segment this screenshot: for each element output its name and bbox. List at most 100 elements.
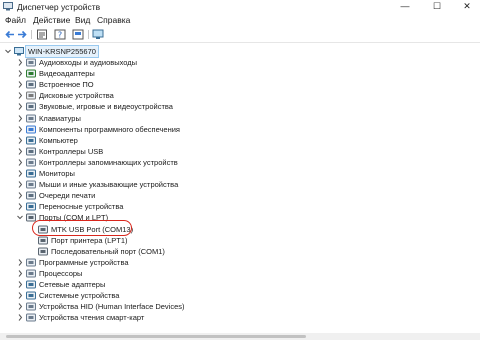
close-button[interactable]: ✕ bbox=[452, 0, 480, 14]
usb-icon bbox=[26, 147, 36, 156]
portable-device-icon bbox=[26, 202, 36, 211]
chevron-right-icon[interactable] bbox=[16, 101, 24, 112]
smartcard-icon bbox=[26, 313, 36, 322]
toolbar-separator bbox=[31, 30, 32, 39]
tree-category[interactable]: Контроллеры USB bbox=[0, 146, 260, 157]
tree-category[interactable]: Звуковые, игровые и видеоустройства bbox=[0, 101, 260, 112]
horizontal-scrollbar[interactable] bbox=[0, 333, 480, 340]
tree-category[interactable]: Процессоры bbox=[0, 268, 260, 279]
tree-category[interactable]: Контроллеры запоминающих устройств bbox=[0, 157, 260, 168]
tree-category[interactable]: Встроенное ПО bbox=[0, 79, 260, 90]
tree-category-label: Контроллеры USB bbox=[39, 146, 104, 156]
tree-category[interactable]: Мониторы bbox=[0, 168, 260, 179]
chevron-right-icon[interactable] bbox=[16, 135, 24, 146]
storage-controller-icon bbox=[26, 158, 36, 167]
tree-category[interactable]: Мыши и иные указывающие устройства bbox=[0, 179, 260, 190]
speaker-icon bbox=[26, 58, 36, 67]
window-title: Диспетчер устройств bbox=[17, 2, 101, 12]
chevron-right-icon[interactable] bbox=[16, 257, 24, 268]
chevron-right-icon[interactable] bbox=[16, 312, 24, 323]
mouse-icon bbox=[26, 180, 36, 189]
help-icon[interactable]: ? bbox=[54, 29, 66, 40]
tree-device[interactable]: Последовательный порт (COM1) bbox=[0, 246, 260, 257]
port-icon bbox=[38, 247, 48, 256]
tree-category[interactable]: Дисковые устройства bbox=[0, 90, 260, 101]
chevron-right-icon[interactable] bbox=[16, 290, 24, 301]
tree-category[interactable]: Видеоадаптеры bbox=[0, 68, 260, 79]
tree-category[interactable]: Компьютер bbox=[0, 135, 260, 146]
tree-category-label: Устройства HID (Human Interface Devices) bbox=[39, 302, 185, 312]
firmware-icon bbox=[26, 80, 36, 89]
tree-category-label: Аудиовходы и аудиовыходы bbox=[39, 58, 138, 67]
chevron-right-icon[interactable] bbox=[16, 157, 24, 168]
tree-category-label: Устройства чтения смарт-карт bbox=[39, 313, 145, 323]
tree-category-label: Процессоры bbox=[39, 268, 83, 278]
back-icon[interactable] bbox=[4, 29, 16, 40]
network-icon bbox=[26, 280, 36, 289]
title-bar: Диспетчер устройств — ☐ ✕ bbox=[0, 0, 480, 14]
tree-category[interactable]: Клавиатуры bbox=[0, 113, 260, 124]
properties-icon[interactable] bbox=[36, 29, 48, 40]
menu-help[interactable]: Справка bbox=[97, 15, 130, 26]
menu-view[interactable]: Вид bbox=[75, 15, 90, 26]
tree-root[interactable]: WIN-KRSNP255670 bbox=[0, 45, 200, 58]
tree-root-label: WIN-KRSNP255670 bbox=[25, 45, 99, 58]
chevron-right-icon[interactable] bbox=[16, 190, 24, 201]
display-adapter-icon bbox=[26, 69, 36, 78]
tree-category[interactable]: Переносные устройства bbox=[0, 201, 260, 212]
tree-category[interactable]: Сетевые адаптеры bbox=[0, 279, 260, 290]
scrollbar-thumb[interactable] bbox=[6, 335, 306, 338]
keyboard-icon bbox=[26, 114, 36, 122]
chevron-right-icon[interactable] bbox=[16, 146, 24, 157]
sound-icon bbox=[26, 102, 36, 111]
tree-device[interactable]: Порт принтера (LPT1) bbox=[0, 235, 260, 246]
chevron-right-icon[interactable] bbox=[16, 57, 24, 68]
tree-category-label: Сетевые адаптеры bbox=[39, 280, 106, 289]
tree-category-label: Встроенное ПО bbox=[39, 80, 94, 90]
tree-category-label: Мыши и иные указывающие устройства bbox=[39, 180, 179, 190]
tree-category[interactable]: Системные устройства bbox=[0, 290, 260, 301]
printer-icon bbox=[26, 191, 36, 200]
tree-category-label: Контроллеры запоминающих устройств bbox=[39, 157, 178, 167]
menu-file[interactable]: Файл bbox=[5, 15, 26, 26]
svg-text:?: ? bbox=[58, 31, 62, 40]
chevron-right-icon[interactable] bbox=[16, 79, 24, 90]
chevron-right-icon[interactable] bbox=[16, 268, 24, 279]
software-component-icon bbox=[26, 125, 36, 134]
chevron-right-icon[interactable] bbox=[16, 124, 24, 135]
menu-action[interactable]: Действие bbox=[33, 15, 70, 26]
view-icon[interactable] bbox=[72, 29, 84, 40]
monitor-icon bbox=[26, 169, 36, 178]
monitor-icon[interactable] bbox=[92, 29, 104, 40]
system-icon bbox=[26, 291, 36, 300]
chevron-right-icon[interactable] bbox=[16, 301, 24, 312]
tree-category-label: Дисковые устройства bbox=[39, 91, 114, 101]
device-manager-icon bbox=[3, 2, 13, 11]
tree-device-label: Порт принтера (LPT1) bbox=[51, 235, 128, 245]
chevron-right-icon[interactable] bbox=[16, 90, 24, 101]
tree-category[interactable]: Компоненты программного обеспечения bbox=[0, 124, 260, 135]
tree-category[interactable]: Устройства чтения смарт-карт bbox=[0, 312, 260, 323]
tree-category-label: Системные устройства bbox=[39, 291, 120, 301]
tree-category[interactable]: Очереди печати bbox=[0, 190, 260, 201]
chevron-right-icon[interactable] bbox=[16, 179, 24, 190]
maximize-button[interactable]: ☐ bbox=[422, 0, 452, 14]
tree-category-label: Клавиатуры bbox=[39, 113, 81, 123]
tree-category-label: Программные устройства bbox=[39, 257, 129, 267]
tree-category-label: Видеоадаптеры bbox=[39, 69, 95, 79]
tree-category-label: Компьютер bbox=[39, 135, 78, 145]
tree-category[interactable]: Устройства HID (Human Interface Devices) bbox=[0, 301, 260, 312]
chevron-right-icon[interactable] bbox=[16, 113, 24, 124]
chevron-right-icon[interactable] bbox=[16, 168, 24, 179]
forward-icon[interactable] bbox=[16, 29, 28, 40]
chevron-right-icon[interactable] bbox=[16, 68, 24, 79]
tree-category[interactable]: Аудиовходы и аудиовыходы bbox=[0, 57, 260, 68]
tree-category[interactable]: Программные устройства bbox=[0, 257, 260, 268]
chevron-right-icon[interactable] bbox=[16, 201, 24, 212]
chevron-down-icon[interactable] bbox=[4, 46, 12, 57]
hid-icon bbox=[26, 302, 36, 311]
chevron-down-icon[interactable] bbox=[16, 212, 24, 223]
toolbar: ? bbox=[0, 28, 480, 41]
chevron-right-icon[interactable] bbox=[16, 279, 24, 290]
minimize-button[interactable]: — bbox=[390, 0, 420, 14]
